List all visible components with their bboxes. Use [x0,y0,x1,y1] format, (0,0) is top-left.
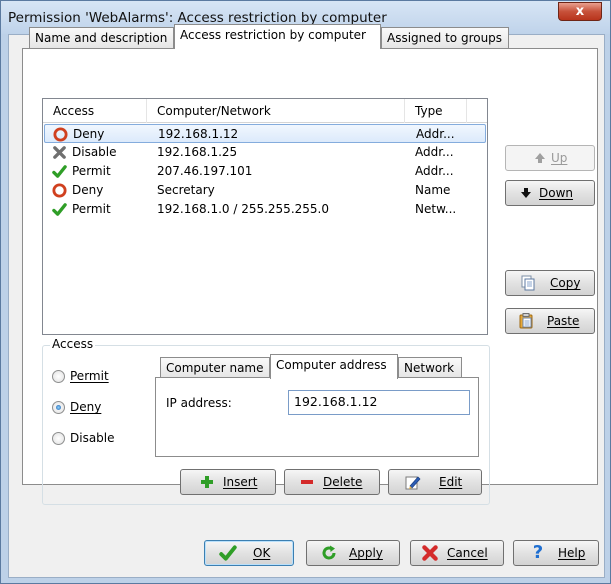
radio-label: Deny [70,400,102,414]
copy-label: Copy [550,276,581,290]
paste-label: Paste [547,314,580,328]
cancel-button[interactable]: Cancel [410,540,504,566]
list-row[interactable]: Permit 192.168.1.0 / 255.255.255.0 Netw.… [44,200,486,219]
address-panel [155,377,479,457]
tab-computer-name[interactable]: Computer name [160,357,270,378]
deny-icon [53,127,68,142]
row-computer: Secretary [157,183,215,197]
ok-label: OK [253,546,271,560]
subtab-label: Computer address [276,358,387,372]
row-type: Netw... [415,202,457,216]
permit-icon [52,165,67,178]
column-type[interactable]: Type [405,99,467,123]
row-computer: 192.168.1.0 / 255.255.255.0 [157,202,329,216]
tab-name-and-description[interactable]: Name and description [29,27,174,49]
tab-label: Assigned to groups [387,31,503,45]
apply-label: Apply [349,546,383,560]
arrow-down-icon [521,188,531,198]
access-group-label: Access [50,337,96,351]
row-access: Permit [72,164,111,178]
copy-button[interactable]: Copy [505,270,595,296]
row-access: Deny [72,183,104,197]
tab-label: Name and description [35,31,168,45]
access-list[interactable]: Access Computer/Network Type Deny 192.16… [42,98,488,335]
radio-button[interactable] [52,432,65,445]
help-icon: ? [532,542,544,563]
close-button[interactable]: x [558,2,602,21]
subtab-label: Computer name [166,361,264,375]
insert-label: Insert [223,475,258,489]
cancel-x-icon [422,545,438,561]
permit-icon [52,203,67,216]
row-type: Addr... [415,145,454,159]
ok-button[interactable]: OK [204,540,294,566]
row-type: Addr... [415,164,454,178]
refresh-icon [322,545,336,560]
edit-icon [405,476,421,490]
tab-access-restriction[interactable]: Access restriction by computer [174,24,381,49]
radio-label: Permit [70,369,109,383]
apply-button[interactable]: Apply [306,540,400,566]
plus-icon [201,476,213,488]
help-label: Help [558,546,586,560]
tab-network[interactable]: Network [398,357,462,378]
minus-icon [301,480,313,484]
list-row[interactable]: Deny Secretary Name [44,181,486,200]
list-header: Access Computer/Network Type [43,99,487,123]
row-access: Deny [73,127,105,141]
list-row[interactable]: Deny 192.168.1.12 Addr... [44,124,486,143]
tab-assigned-to-groups[interactable]: Assigned to groups [381,27,509,49]
column-computer-network[interactable]: Computer/Network [147,99,405,123]
row-computer: 192.168.1.12 [158,127,239,141]
deny-icon [52,183,67,198]
paste-icon [519,313,533,329]
disable-icon [53,146,66,159]
insert-button[interactable]: Insert [180,469,276,495]
delete-button[interactable]: Delete [284,469,380,495]
row-type: Name [415,183,451,197]
paste-button[interactable]: Paste [505,308,595,334]
tab-label: Access restriction by computer [180,28,366,42]
ip-address-label: IP address: [166,396,232,410]
row-computer: 207.46.197.101 [157,164,253,178]
close-icon: x [575,4,585,19]
radio-button[interactable] [52,401,65,414]
row-type: Addr... [416,127,455,141]
tab-computer-address[interactable]: Computer address [270,354,398,379]
cancel-label: Cancel [447,546,488,560]
arrow-up-icon [535,153,545,163]
list-row[interactable]: Disable 192.168.1.25 Addr... [44,143,486,162]
help-button[interactable]: ? Help [513,540,599,566]
copy-icon [521,275,535,291]
up-label: Up [551,151,568,165]
radio-label: Disable [70,431,115,445]
row-computer: 192.168.1.25 [157,145,238,159]
up-button[interactable]: Up [505,145,595,171]
checkmark-icon [219,545,237,561]
list-row[interactable]: Permit 207.46.197.101 Addr... [44,162,486,181]
radio-button[interactable] [52,370,65,383]
down-button[interactable]: Down [505,180,595,206]
ip-address-input[interactable]: 192.168.1.12 [288,390,470,415]
edit-button[interactable]: Edit [388,469,482,495]
delete-label: Delete [323,475,363,489]
column-access[interactable]: Access [43,99,147,123]
edit-label: Edit [439,475,463,489]
row-access: Permit [72,202,111,216]
down-label: Down [539,186,574,200]
subtab-label: Network [404,361,455,375]
row-access: Disable [72,145,117,159]
